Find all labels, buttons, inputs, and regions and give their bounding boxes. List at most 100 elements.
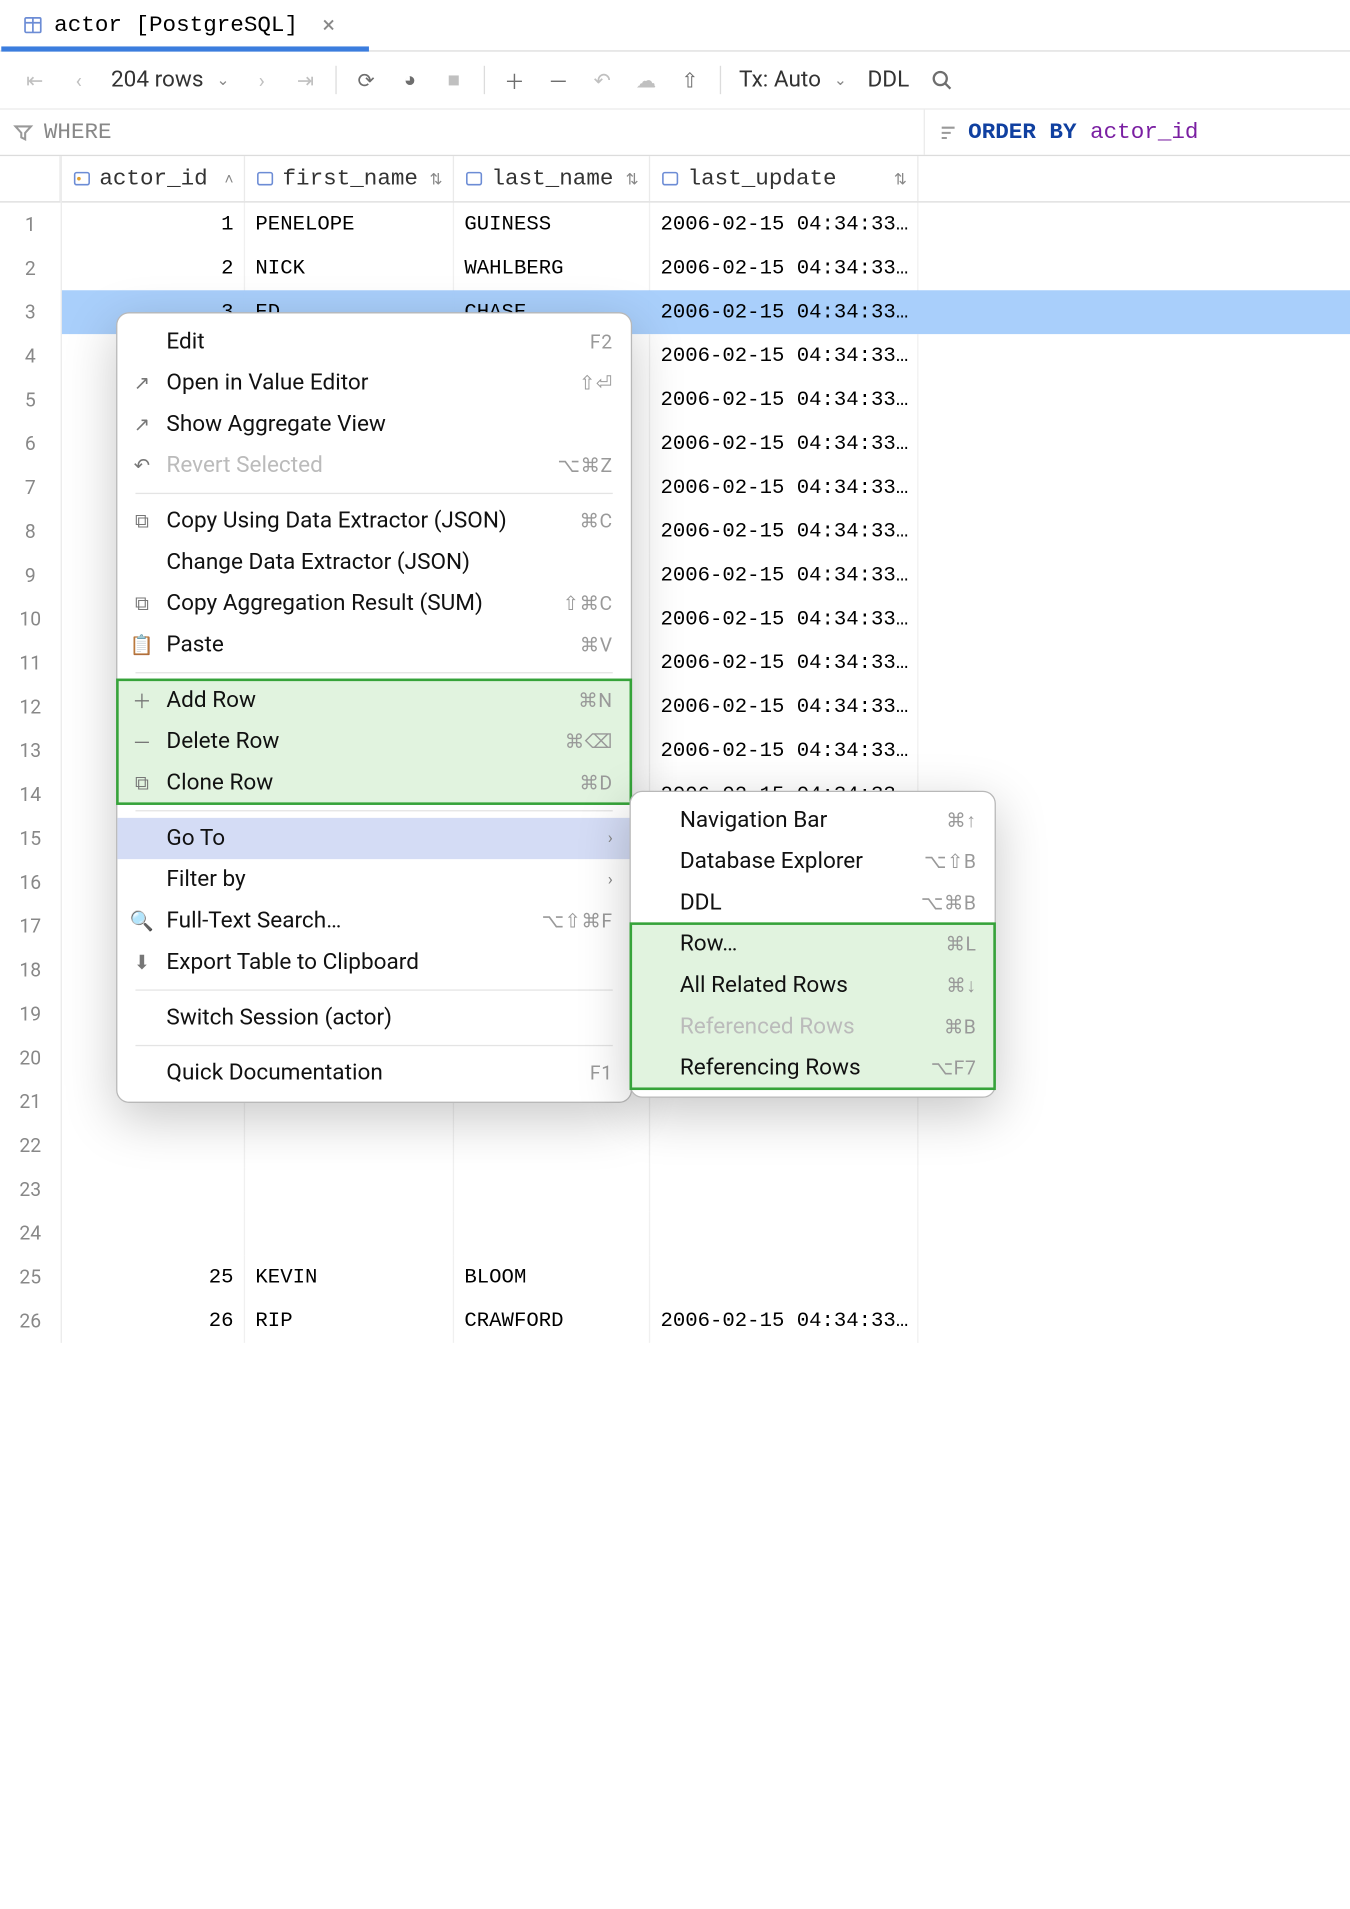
- column-header-actor-id[interactable]: actor_id ˄: [62, 156, 245, 201]
- menu-item[interactable]: ＋Add Row⌘N: [117, 680, 630, 721]
- row-number[interactable]: 5: [0, 378, 61, 422]
- table-row[interactable]: [62, 1167, 1350, 1211]
- cell[interactable]: KEVIN: [245, 1255, 454, 1299]
- row-number[interactable]: 2: [0, 246, 61, 290]
- cell[interactable]: 2006-02-15 04:34:33…: [650, 597, 918, 641]
- commit-cloud-button[interactable]: ☁: [624, 58, 668, 102]
- editor-tab[interactable]: actor [PostgreSQL] ×: [0, 0, 353, 50]
- search-button[interactable]: [920, 58, 964, 102]
- row-number[interactable]: 6: [0, 422, 61, 466]
- row-number[interactable]: 7: [0, 466, 61, 510]
- cell[interactable]: 2006-02-15 04:34:33…: [650, 422, 918, 466]
- cell[interactable]: 2006-02-15 04:34:33…: [650, 553, 918, 597]
- add-row-button[interactable]: ＋: [493, 58, 537, 102]
- where-filter[interactable]: WHERE: [0, 110, 923, 155]
- last-page-button[interactable]: ⇥: [284, 58, 328, 102]
- cell[interactable]: 2006-02-15 04:34:33…: [650, 290, 918, 334]
- row-number[interactable]: 13: [0, 729, 61, 773]
- row-number[interactable]: 12: [0, 685, 61, 729]
- cell[interactable]: CRAWFORD: [454, 1299, 650, 1343]
- menu-item[interactable]: Switch Session (actor): [117, 997, 630, 1038]
- row-number[interactable]: 3: [0, 290, 61, 334]
- menu-item[interactable]: 📋Paste⌘V: [117, 624, 630, 665]
- row-number[interactable]: 1: [0, 203, 61, 247]
- row-number[interactable]: 8: [0, 510, 61, 554]
- cell[interactable]: 2006-02-15 04:34:33…: [650, 466, 918, 510]
- cell[interactable]: 2006-02-15 04:34:33…: [650, 641, 918, 685]
- cell[interactable]: 2006-02-15 04:34:33…: [650, 1299, 918, 1343]
- cell[interactable]: 1: [62, 203, 245, 247]
- cell[interactable]: [454, 1124, 650, 1168]
- row-number[interactable]: 24: [0, 1211, 61, 1255]
- delete-row-button[interactable]: －: [536, 58, 580, 102]
- cell[interactable]: [245, 1211, 454, 1255]
- prev-page-button[interactable]: ‹: [57, 58, 101, 102]
- menu-item[interactable]: ⧉Clone Row⌘D: [117, 762, 630, 803]
- reload-button[interactable]: ⟳: [344, 58, 388, 102]
- cell[interactable]: [650, 1167, 918, 1211]
- row-number[interactable]: 23: [0, 1167, 61, 1211]
- menu-item[interactable]: Row…⌘L: [631, 924, 995, 965]
- row-number[interactable]: 25: [0, 1255, 61, 1299]
- table-row[interactable]: 2NICKWAHLBERG2006-02-15 04:34:33…: [62, 246, 1350, 290]
- column-header-last-name[interactable]: last_name ⇅: [454, 156, 650, 201]
- cell[interactable]: NICK: [245, 246, 454, 290]
- cell[interactable]: [62, 1211, 245, 1255]
- row-number[interactable]: 4: [0, 334, 61, 378]
- row-number[interactable]: 15: [0, 817, 61, 861]
- stop-button[interactable]: ■: [432, 58, 476, 102]
- cell[interactable]: [454, 1167, 650, 1211]
- cell[interactable]: 2006-02-15 04:34:33…: [650, 510, 918, 554]
- row-number[interactable]: 16: [0, 860, 61, 904]
- sort-icon[interactable]: ⇅: [429, 170, 442, 188]
- row-number[interactable]: 9: [0, 553, 61, 597]
- table-row[interactable]: [62, 1211, 1350, 1255]
- sort-icon[interactable]: ⇅: [626, 170, 639, 188]
- row-number[interactable]: 22: [0, 1124, 61, 1168]
- row-count-dropdown[interactable]: 204 rows ⌄: [101, 67, 240, 93]
- cell[interactable]: 2006-02-15 04:34:33…: [650, 334, 918, 378]
- row-number[interactable]: 14: [0, 773, 61, 817]
- menu-item[interactable]: Navigation Bar⌘↑: [631, 800, 995, 841]
- cell[interactable]: PENELOPE: [245, 203, 454, 247]
- row-number[interactable]: 20: [0, 1036, 61, 1080]
- schedule-button[interactable]: ◕: [388, 58, 432, 102]
- row-number[interactable]: 21: [0, 1080, 61, 1124]
- cell[interactable]: 26: [62, 1299, 245, 1343]
- menu-item[interactable]: Quick DocumentationF1: [117, 1053, 630, 1094]
- close-tab-icon[interactable]: ×: [323, 12, 335, 39]
- cell[interactable]: WAHLBERG: [454, 246, 650, 290]
- table-row[interactable]: 26RIPCRAWFORD2006-02-15 04:34:33…: [62, 1299, 1350, 1343]
- cell[interactable]: 2006-02-15 04:34:33…: [650, 729, 918, 773]
- menu-item[interactable]: －Delete Row⌘⌫: [117, 721, 630, 762]
- menu-item[interactable]: Filter by›: [117, 859, 630, 900]
- column-header-last-update[interactable]: last_update ⇅: [650, 156, 918, 201]
- cell[interactable]: 2: [62, 246, 245, 290]
- menu-item[interactable]: ⬇Export Table to Clipboard: [117, 942, 630, 983]
- row-number[interactable]: 19: [0, 992, 61, 1036]
- menu-item[interactable]: Go To›: [117, 818, 630, 859]
- cell[interactable]: 25: [62, 1255, 245, 1299]
- cell[interactable]: [454, 1211, 650, 1255]
- menu-item[interactable]: Database Explorer⌥⇧B: [631, 841, 995, 882]
- sort-icon[interactable]: ⇅: [894, 170, 907, 188]
- cell[interactable]: [62, 1167, 245, 1211]
- row-number[interactable]: 18: [0, 948, 61, 992]
- first-page-button[interactable]: ⇤: [13, 58, 57, 102]
- cell[interactable]: GUINESS: [454, 203, 650, 247]
- row-number[interactable]: 11: [0, 641, 61, 685]
- order-by-filter[interactable]: ORDER BY actor_id ×: [923, 110, 1350, 155]
- menu-item[interactable]: ↗Open in Value Editor⇧⏎: [117, 362, 630, 403]
- cell[interactable]: 2006-02-15 04:34:33…: [650, 203, 918, 247]
- cell[interactable]: [62, 1124, 245, 1168]
- cell[interactable]: 2006-02-15 04:34:33…: [650, 378, 918, 422]
- cell[interactable]: [245, 1167, 454, 1211]
- menu-item[interactable]: Referencing Rows⌥F7: [631, 1047, 995, 1088]
- table-row[interactable]: [62, 1124, 1350, 1168]
- cell[interactable]: 2006-02-15 04:34:33…: [650, 246, 918, 290]
- ddl-button[interactable]: DDL: [857, 67, 919, 93]
- menu-item[interactable]: ↗Show Aggregate View: [117, 404, 630, 445]
- table-row[interactable]: 1PENELOPEGUINESS2006-02-15 04:34:33…: [62, 203, 1350, 247]
- menu-item[interactable]: Change Data Extractor (JSON): [117, 542, 630, 583]
- next-page-button[interactable]: ›: [240, 58, 284, 102]
